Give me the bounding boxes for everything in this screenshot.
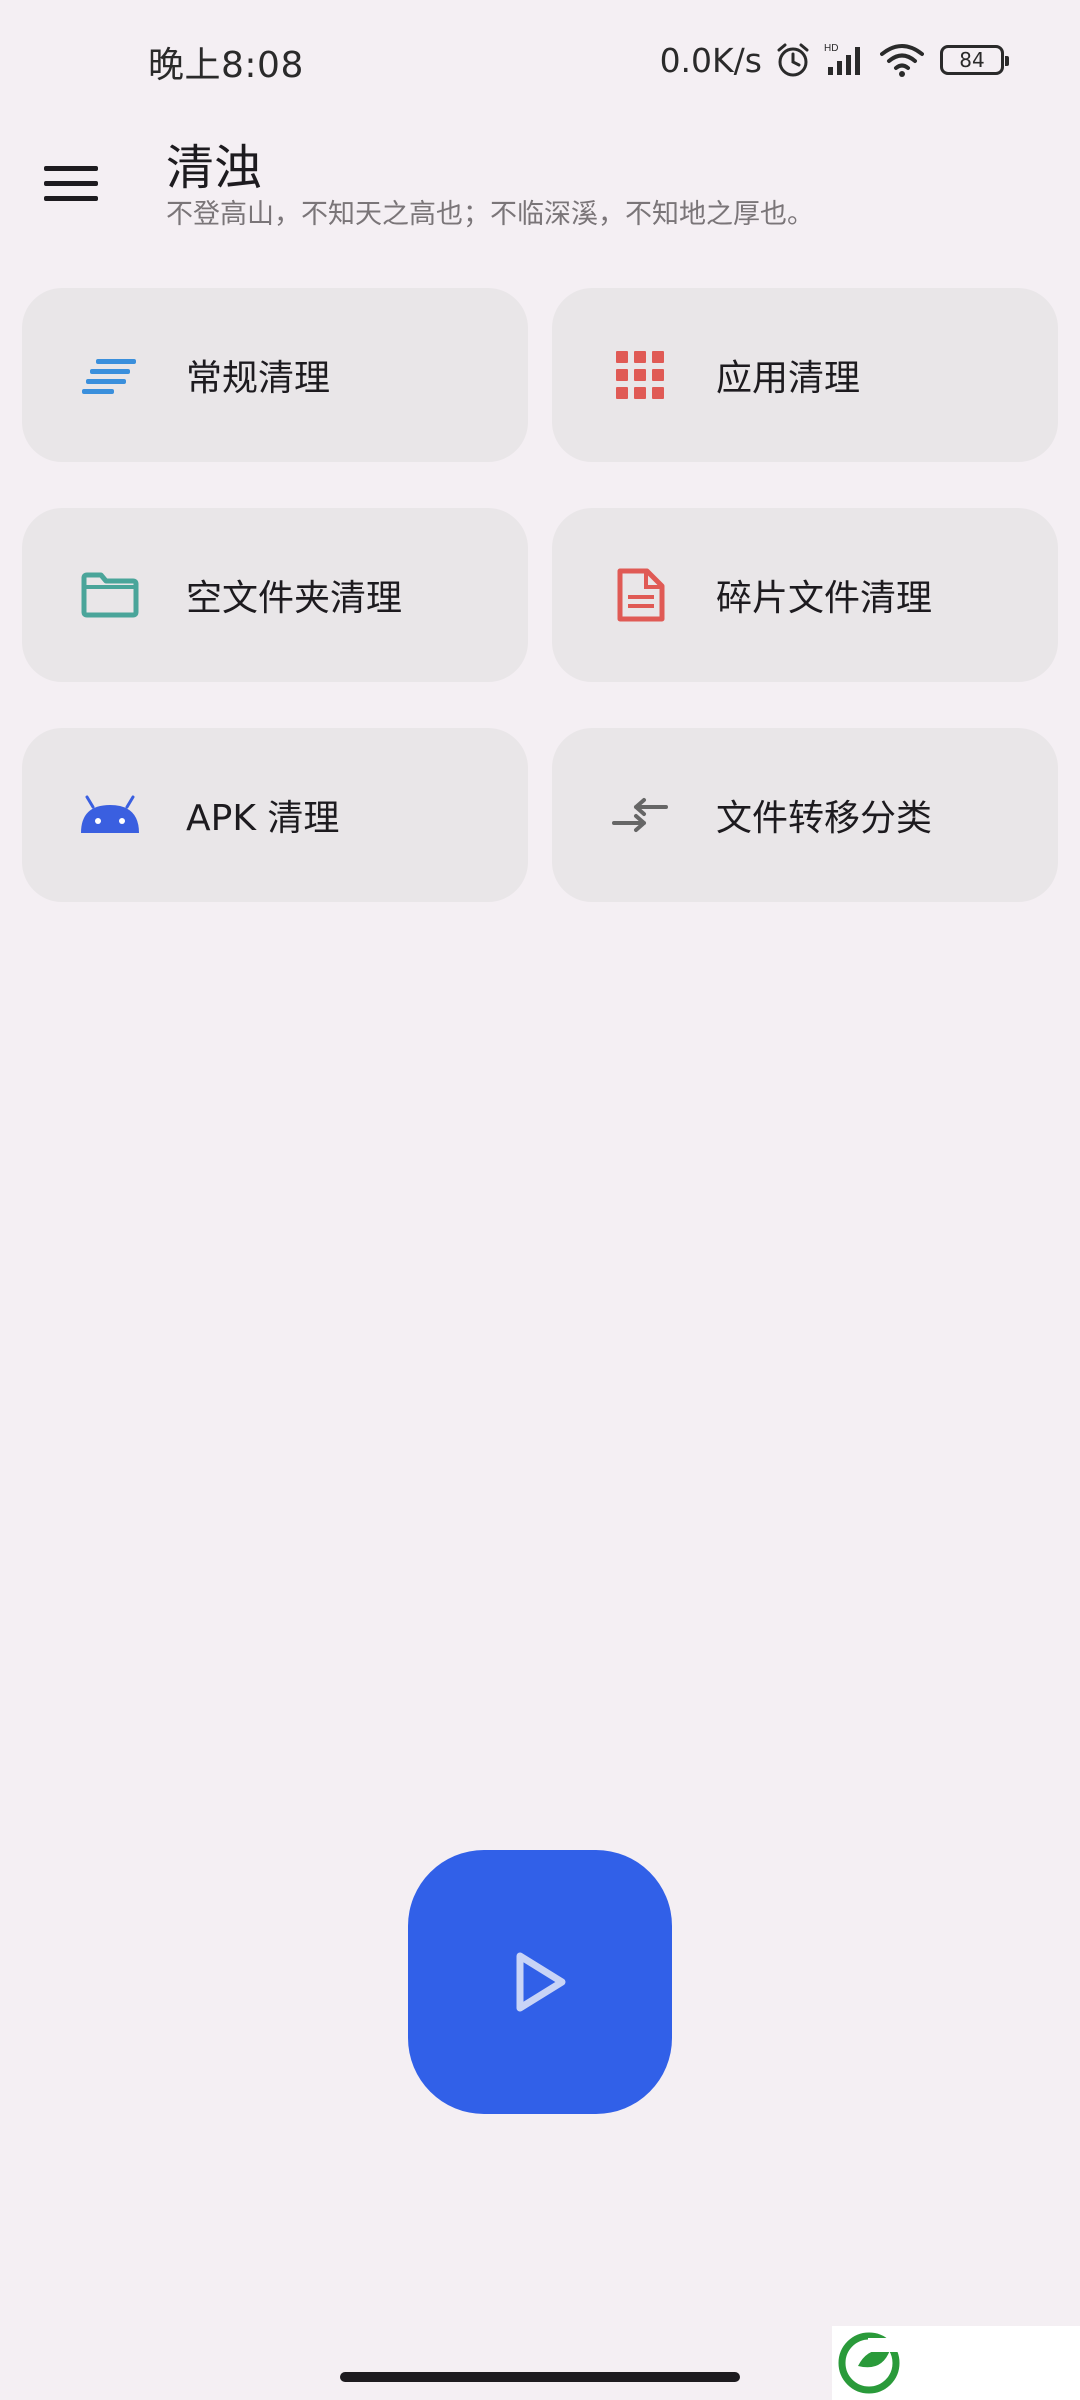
app-subtitle: 不登高山，不知天之高也；不临深溪，不知地之厚也。: [166, 199, 814, 230]
card-label: 应用清理: [716, 358, 861, 399]
sort-lines-icon: [76, 341, 144, 409]
card-fragment-file-clean[interactable]: 碎片文件清理: [552, 508, 1058, 682]
card-label: 碎片文件清理: [716, 578, 933, 619]
wifi-icon: [880, 42, 924, 78]
watermark: [832, 2326, 1080, 2400]
leaf-logo-icon: [838, 2332, 900, 2394]
apps-grid-icon: [606, 341, 674, 409]
android-icon: [76, 781, 144, 849]
card-label: 空文件夹清理: [186, 578, 403, 619]
folder-icon: [76, 561, 144, 629]
start-fab-button[interactable]: [408, 1850, 672, 2114]
document-icon: [606, 561, 674, 629]
status-time: 晚上8:08: [148, 45, 304, 86]
hd-label: HD: [824, 43, 838, 54]
menu-button[interactable]: [44, 150, 110, 216]
status-right: 0.0K/s HD 84: [659, 36, 1009, 84]
network-speed: 0.0K/s: [659, 40, 762, 80]
card-apk-clean[interactable]: APK 清理: [22, 728, 528, 902]
play-icon: [516, 1952, 566, 2012]
card-label: 常规清理: [186, 358, 331, 399]
signal-icon: HD: [824, 41, 868, 79]
home-indicator[interactable]: [340, 2372, 740, 2382]
app-bar: 清浊 不登高山，不知天之高也；不临深溪，不知地之厚也。: [0, 120, 1080, 260]
battery-indicator: 84: [940, 45, 1009, 75]
card-label: APK 清理: [186, 798, 340, 839]
alarm-clock-icon: [774, 41, 812, 79]
card-app-clean[interactable]: 应用清理: [552, 288, 1058, 462]
swap-arrows-icon: [606, 781, 674, 849]
app-title: 清浊: [166, 140, 263, 196]
menu-icon: [44, 165, 98, 171]
card-empty-folder-clean[interactable]: 空文件夹清理: [22, 508, 528, 682]
card-file-transfer-sort[interactable]: 文件转移分类: [552, 728, 1058, 902]
status-bar: 晚上8:08 0.0K/s HD 84: [0, 0, 1080, 120]
card-label: 文件转移分类: [716, 798, 933, 839]
clean-options-grid: 常规清理 应用清理 空文件夹清理 碎片文件清理 APK 清理 文件转移分类: [22, 288, 1058, 902]
card-regular-clean[interactable]: 常规清理: [22, 288, 528, 462]
